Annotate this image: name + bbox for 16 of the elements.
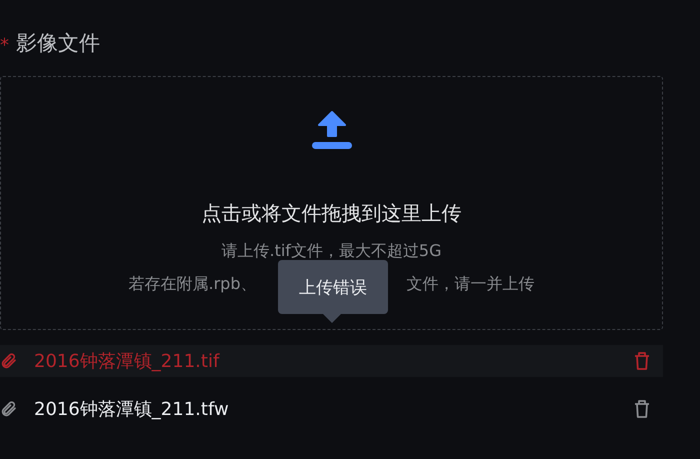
paperclip-icon: [0, 352, 18, 370]
upload-hint: 文件，请一并上传: [406, 274, 534, 295]
file-name: 2016钟落潭镇_211.tif: [34, 350, 221, 373]
upload-title: 点击或将文件拖拽到这里上传: [202, 200, 462, 227]
trash-icon[interactable]: [633, 351, 651, 371]
upload-hint: 请上传.tif文件，最大不超过5G: [221, 241, 442, 262]
paperclip-icon: [0, 400, 18, 418]
file-name: 2016钟落潭镇_211.tfw: [34, 398, 230, 421]
tooltip: 上传错误: [278, 260, 388, 314]
upload-hint: 若存在附属.rpb、: [128, 274, 256, 295]
file-item[interactable]: 2016钟落潭镇_211.tfw: [0, 393, 663, 425]
tooltip-arrow: [323, 314, 341, 323]
field-label: 影像文件: [16, 30, 100, 57]
trash-icon[interactable]: [633, 399, 651, 419]
upload-dropzone[interactable]: 点击或将文件拖拽到这里上传 请上传.tif文件，最大不超过5G 若存在附属.rpb、 上传错误 文件，请一并上传: [0, 76, 663, 330]
required-mark: *: [0, 34, 10, 56]
